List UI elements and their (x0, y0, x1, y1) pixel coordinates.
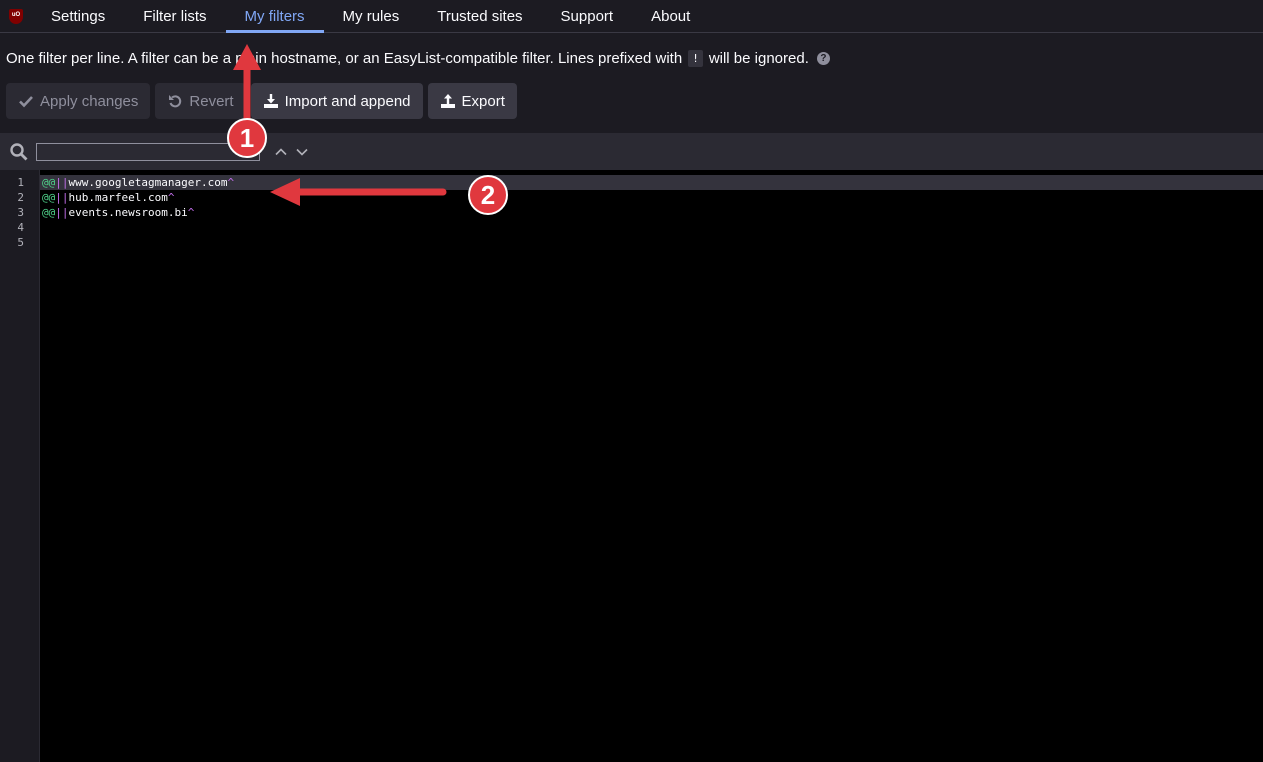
code-line[interactable]: @@||events.newsroom.bi^ (40, 205, 1263, 220)
top-nav: uO Settings Filter lists My filters My r… (0, 0, 1263, 33)
toolbar: Apply changes Revert Import and append E… (6, 83, 517, 119)
hostname-token: www.googletagmanager.com (68, 176, 228, 189)
apply-changes-label: Apply changes (40, 92, 139, 110)
description: One filter per line. A filter can be a p… (6, 50, 830, 67)
undo-icon (169, 95, 182, 108)
ublock-logo: uO (0, 0, 32, 32)
exception-token: @@ (42, 206, 56, 219)
check-icon (19, 96, 33, 108)
code-area[interactable]: @@||www.googletagmanager.com^ @@||hub.ma… (40, 170, 1263, 762)
hostname-token: events.newsroom.bi (68, 206, 188, 219)
search-bar (0, 133, 1263, 170)
tab-filter-lists[interactable]: Filter lists (124, 0, 225, 32)
separator-token: ^ (167, 191, 175, 204)
line-number: 4 (17, 221, 24, 234)
line-number: 5 (17, 236, 24, 249)
description-text: One filter per line. A filter can be a p… (6, 50, 683, 67)
search-icon (10, 142, 28, 160)
import-append-button[interactable]: Import and append (250, 83, 423, 119)
anchor-token: || (55, 176, 69, 189)
chevron-up-icon[interactable] (273, 144, 289, 160)
anchor-token: || (55, 206, 69, 219)
tab-my-filters[interactable]: My filters (225, 0, 324, 33)
code-line[interactable]: @@||www.googletagmanager.com^ (40, 175, 1263, 190)
upload-icon (440, 94, 455, 108)
question-circle-icon[interactable]: ? (816, 52, 830, 65)
comment-prefix-code: ! (688, 50, 703, 67)
line-number-gutter: 1 2 3 4 5 (0, 170, 40, 762)
revert-label: Revert (189, 92, 234, 110)
line-number: 2 (17, 191, 24, 204)
exception-token: @@ (42, 176, 56, 189)
description-text-end: will be ignored. (708, 50, 809, 67)
code-line[interactable]: @@||hub.marfeel.com^ (40, 190, 1263, 205)
annotation-badge-1: 1 (227, 118, 267, 158)
line-number: 1 (17, 176, 24, 189)
download-icon (263, 94, 278, 108)
code-line[interactable] (40, 235, 1263, 250)
tab-about[interactable]: About (632, 0, 709, 32)
revert-button[interactable]: Revert (155, 83, 246, 119)
search-input[interactable] (36, 142, 260, 161)
tab-trusted-sites[interactable]: Trusted sites (418, 0, 541, 32)
anchor-token: || (55, 191, 69, 204)
separator-token: ^ (227, 176, 235, 189)
tab-settings[interactable]: Settings (32, 0, 124, 32)
import-append-label: Import and append (284, 92, 411, 110)
hostname-token: hub.marfeel.com (68, 191, 168, 204)
apply-changes-button[interactable]: Apply changes (6, 83, 151, 119)
line-number: 3 (17, 206, 24, 219)
filter-editor[interactable]: 1 2 3 4 5 @@||www.googletagmanager.com^ … (0, 170, 1263, 762)
export-button[interactable]: Export (427, 83, 517, 119)
separator-token: ^ (187, 206, 195, 219)
code-line[interactable] (40, 220, 1263, 235)
exception-token: @@ (42, 191, 56, 204)
chevron-down-icon[interactable] (294, 144, 310, 160)
tab-support[interactable]: Support (542, 0, 633, 32)
tab-my-rules[interactable]: My rules (324, 0, 419, 32)
annotation-badge-2: 2 (468, 175, 508, 215)
export-label: Export (461, 92, 505, 110)
